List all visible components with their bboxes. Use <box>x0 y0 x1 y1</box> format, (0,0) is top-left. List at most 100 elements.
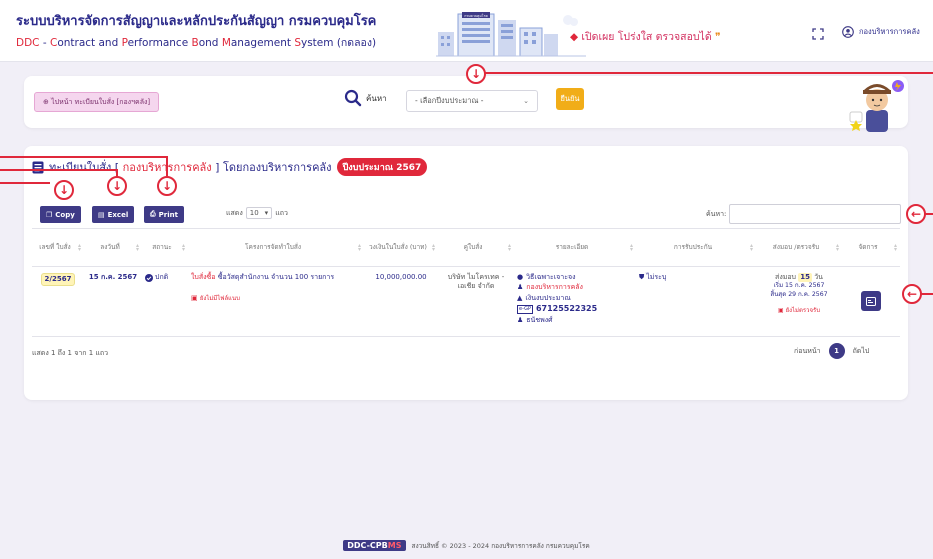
annotation-arrow-left-icon: ← <box>906 204 926 224</box>
info-circle-icon: ● <box>517 273 524 281</box>
pagination: ก่อนหน้า 1 ถัดไป <box>794 343 869 359</box>
column-header[interactable]: สถานะ ▴ ▾ <box>142 228 188 267</box>
budget-icon: ▲ <box>517 293 523 302</box>
copy-label: Copy <box>55 210 75 219</box>
column-header[interactable]: วงเงินในใบสั่ง (บาท) ▴ ▾ <box>364 228 438 267</box>
slogan-text: เปิดเผย โปร่งใส ตรวจสอบได้ <box>581 31 712 43</box>
app-header: ระบบบริหารจัดการสัญญาและหลักประกันสัญญา … <box>0 0 933 62</box>
manage-button[interactable] <box>861 291 881 311</box>
edit-card-icon <box>866 296 876 306</box>
sort-icon: ▴ ▾ <box>835 241 839 253</box>
user-menu[interactable]: กองบริหารการคลัง <box>842 26 920 38</box>
copy-icon: ❐ <box>46 210 53 219</box>
printer-icon: ⎙ <box>150 210 156 218</box>
buildings-illustration-icon: กรมควบคุมโรค <box>436 12 586 57</box>
length-suffix: แถว <box>275 208 288 217</box>
arrow-circle-icon: ⊕ <box>43 98 49 106</box>
sort-icon: ▴ ▾ <box>749 241 753 253</box>
card-title: ทะเบียนใบสั่ง [ กองบริหารการคลัง ] โดยกอ… <box>32 158 428 176</box>
page-length-select[interactable]: 10 ▾ <box>245 207 273 219</box>
fullscreen-icon[interactable] <box>812 28 824 40</box>
column-header[interactable]: จัดการ ▴ ▾ <box>842 228 900 267</box>
title-part: B <box>191 37 199 49</box>
app-title-thai: ระบบบริหารจัดการสัญญาและหลักประกันสัญญา … <box>16 14 377 29</box>
chevron-down-icon: ⌄ <box>523 97 529 105</box>
page-length-control: แสดง 10 ▾ แถว <box>226 207 288 219</box>
pdf-file-icon: ▣ <box>191 294 198 303</box>
cell-delivery: ส่งมอบ 15 วัน เริ่ม 15 ก.ค. 2567 สิ้นสุด… <box>756 266 842 337</box>
column-header[interactable]: เลขที่ ใบสั่ง ▴ ▾ <box>32 228 84 267</box>
doc-no-badge[interactable]: 2/2567 <box>40 273 76 287</box>
fiscal-year-select[interactable]: - เลือกปีงบประมาณ - ⌄ <box>406 90 538 112</box>
copy-button[interactable]: ❐ Copy <box>40 206 81 223</box>
table-search: ค้นหา: <box>706 204 902 224</box>
sort-icon: ▴ ▾ <box>629 241 633 253</box>
register-table: เลขที่ ใบสั่ง ▴ ▾ ลงวันที่ ▴ ▾ สถานะ ▴ ▾ โครงการจ… <box>32 228 900 337</box>
excel-file-icon: ▤ <box>98 210 105 219</box>
mascot-illustration-icon <box>849 80 904 132</box>
slogan-icon: ◆ <box>570 31 579 43</box>
confirm-year-button[interactable]: ยืนยัน <box>556 88 584 110</box>
project-type[interactable]: ใบสั่งซื้อ <box>191 273 216 281</box>
column-header[interactable]: ลงวันที่ ▴ ▾ <box>84 228 142 267</box>
go-to-register-label: ไปหน้า ทะเบียนใบสั่ง [กองฯคลัง] <box>51 98 151 106</box>
prev-page-link[interactable]: ก่อนหน้า <box>794 346 821 357</box>
page-1-button[interactable]: 1 <box>828 343 845 359</box>
chevron-down-icon: ▾ <box>264 209 269 217</box>
cell-amount: 10,000,000.00 <box>364 266 438 337</box>
column-header[interactable]: โครงการจัดทำใบสั่ง ▴ ▾ <box>188 228 364 267</box>
table-search-input[interactable] <box>729 204 902 224</box>
user-icon: ♟ <box>517 283 524 292</box>
filter-card: ⊕ ไปหน้า ทะเบียนใบสั่ง [กองฯคลัง] ค้นหา … <box>24 76 908 132</box>
annotation-line <box>924 213 933 215</box>
print-button[interactable]: ⎙ Print <box>144 206 184 223</box>
column-header[interactable]: คู่ใบสั่ง ▴ ▾ <box>438 228 514 267</box>
sort-icon: ▴ ▾ <box>135 241 139 253</box>
annotation-arrow-down-icon: ↓ <box>54 180 74 200</box>
title-part: ontract and <box>57 37 122 49</box>
sort-icon: ▴ ▾ <box>431 241 435 253</box>
column-header[interactable]: การรับประกัน ▴ ▾ <box>636 228 756 267</box>
cell-status: ปกติ <box>142 266 188 337</box>
fiscal-year-badge: ปีงบประมาณ 2567 <box>336 158 428 176</box>
annotation-arrow-down-icon: ↓ <box>107 176 127 196</box>
status-text: ปกติ <box>155 273 169 281</box>
cell-project: ใบสั่งซื้อ ซื้อวัสดุสำนักงาน จำนวน 100 ร… <box>188 266 364 337</box>
sort-icon: ▴ ▾ <box>77 241 81 253</box>
excel-label: Excel <box>107 210 129 219</box>
sort-icon: ▴ ▾ <box>357 241 361 253</box>
table-row: 2/2567 15 ก.ค. 2567 ปกติ ใบสั่งซื้อ ซื้อ… <box>32 266 900 337</box>
sort-icon: ▴ ▾ <box>507 241 511 253</box>
annotation-line <box>476 72 933 74</box>
cell-doc-no: 2/2567 <box>32 266 84 337</box>
egp-badge-icon: e-GP <box>517 305 533 315</box>
shield-icon: ⛊ <box>639 273 645 281</box>
search-icon <box>344 89 362 107</box>
page-footer: DDC-CPBMS สงวนสิทธิ์ © 2023 - 2024 กองบร… <box>0 540 933 551</box>
sort-icon: ▴ ▾ <box>893 241 897 253</box>
sort-icon: ▴ ▾ <box>181 241 185 253</box>
search-label: ค้นหา <box>366 93 387 103</box>
title-part: S <box>294 37 301 49</box>
annotation-line <box>166 156 168 176</box>
user-name: กองบริหารการคลัง <box>859 27 920 36</box>
cell-details: ● วิธีเฉพาะเจาะจง ♟ กองบริหารการคลัง ▲ เงิน… <box>514 266 636 337</box>
pdf-file-icon: ▣ <box>777 307 784 315</box>
go-to-register-button[interactable]: ⊕ ไปหน้า ทะเบียนใบสั่ง [กองฯคลัง] <box>34 92 160 112</box>
next-page-link[interactable]: ถัดไป <box>853 346 870 357</box>
app-title-english: DDC - Contract and Performance Bond Mana… <box>16 34 376 51</box>
excel-button[interactable]: ▤ Excel <box>92 206 135 223</box>
annotation-line <box>920 293 933 295</box>
table-info: แสดง 1 ถึง 1 จาก 1 แถว <box>32 349 109 357</box>
column-header[interactable]: ส่งมอบ /ตรวจรับ ▴ ▾ <box>756 228 842 267</box>
title-part: - <box>39 37 50 49</box>
footer-copyright: สงวนสิทธิ์ © 2023 - 2024 กองบริหารการคลั… <box>411 541 590 550</box>
cell-date: 15 ก.ค. 2567 <box>84 266 142 337</box>
document-list-icon <box>32 161 44 173</box>
length-prefix: แสดง <box>226 208 243 217</box>
slogan-quote: ❞ <box>715 31 721 43</box>
title-part: erformance <box>127 37 192 49</box>
project-name[interactable]: ซื้อวัสดุสำนักงาน จำนวน 100 รายการ <box>218 273 334 281</box>
column-header[interactable]: รายละเอียด ▴ ▾ <box>514 228 636 267</box>
cell-vendor: บริษัท ไมโครเทค - เอเชีย จำกัด <box>438 266 514 337</box>
